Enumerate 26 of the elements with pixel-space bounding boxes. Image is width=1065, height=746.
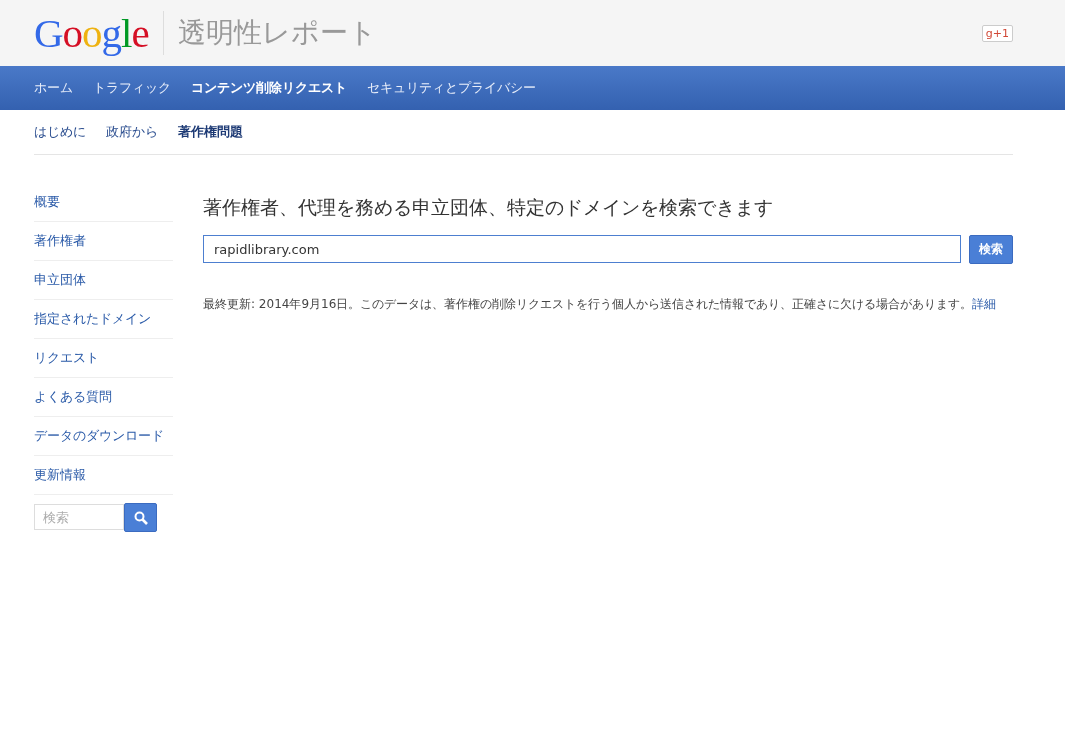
google-logo[interactable]: Google [34, 11, 164, 55]
search-button[interactable]: 検索 [969, 235, 1013, 264]
search-button[interactable] [124, 503, 157, 532]
search-icon [133, 510, 148, 525]
nav-tab[interactable]: トラフィック [93, 79, 171, 97]
google-plus-button[interactable]: g+1 [981, 24, 1013, 42]
sidebar-link[interactable]: 申立団体 [34, 261, 173, 300]
nav-tab[interactable]: セキュリティとプライバシー [367, 79, 536, 97]
nav-tab[interactable]: ホーム [34, 79, 73, 97]
search-field[interactable]: rapidlibrary.com [203, 235, 961, 263]
sidebar-link[interactable]: リクエスト [34, 339, 173, 378]
sidebar-link[interactable]: 概要 [34, 183, 173, 222]
sidebar-link[interactable]: 指定されたドメイン [34, 300, 173, 339]
sidebar-link[interactable]: よくある質問 [34, 378, 173, 417]
subnav-tab[interactable]: はじめに [34, 123, 86, 141]
subnav-tab[interactable]: 政府から [106, 123, 158, 141]
sidebar-link[interactable]: データのダウンロード [34, 417, 173, 456]
sidebar-link[interactable]: 著作権者 [34, 222, 173, 261]
details-link[interactable]: 詳細 [972, 297, 997, 311]
search-heading: 著作権者、代理を務める申立団体、特定のドメインを検索できます [203, 195, 774, 220]
update-note: 最終更新: 2014年9月16日。このデータは、著作権の削除リクエストを行う個人から送信された情報であり、正確さに欠ける場合があります。詳細 [203, 296, 998, 313]
subnav-tab[interactable]: 著作権問題 [178, 123, 243, 141]
nav-tab[interactable]: コンテンツ削除リクエスト [191, 79, 347, 97]
sidebar-link[interactable]: 更新情報 [34, 456, 173, 495]
sidebar-search-field[interactable]: 検索 [34, 504, 124, 530]
page-title: 透明性レポート [177, 15, 378, 51]
